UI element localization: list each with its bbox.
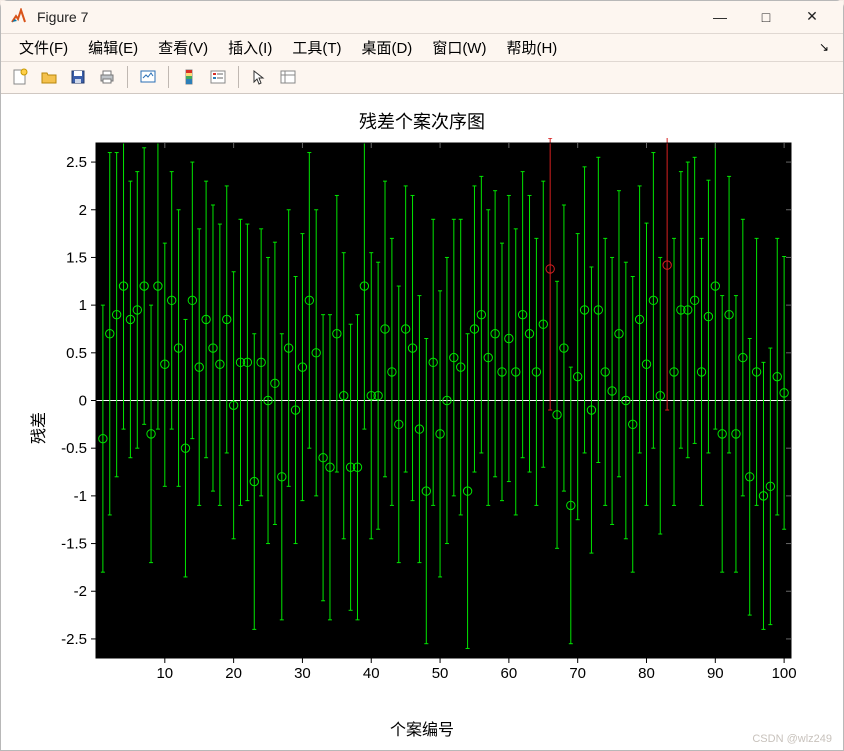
svg-text:10: 10 [156, 665, 173, 682]
svg-text:1.5: 1.5 [66, 249, 87, 266]
matlab-icon [9, 7, 29, 27]
svg-text:2: 2 [79, 202, 87, 219]
toolbar-separator [168, 66, 169, 88]
figure-window: Figure 7 — □ ✕ 文件(F) 编辑(E) 查看(V) 插入(I) 工… [0, 0, 844, 751]
menu-insert[interactable]: 插入(I) [218, 34, 282, 61]
svg-text:0: 0 [79, 393, 87, 410]
menubar: 文件(F) 编辑(E) 查看(V) 插入(I) 工具(T) 桌面(D) 窗口(W… [1, 34, 843, 62]
svg-text:100: 100 [772, 665, 797, 682]
figure-area: 残差个案次序图 残差 -2.5 -2 -1.5 -1 -0.5 0 0.5 1 1.5 2 2.5 1… [1, 94, 843, 750]
menu-window[interactable]: 窗口(W) [422, 34, 496, 61]
pointer-button[interactable] [246, 64, 272, 90]
svg-text:50: 50 [432, 665, 449, 682]
toolbar-separator [127, 66, 128, 88]
menu-help[interactable]: 帮助(H) [496, 34, 567, 61]
svg-text:30: 30 [294, 665, 311, 682]
toolbar-separator [238, 66, 239, 88]
colorbar-button[interactable] [176, 64, 202, 90]
legend-button[interactable] [205, 64, 231, 90]
svg-text:40: 40 [363, 665, 380, 682]
open-button[interactable] [36, 64, 62, 90]
maximize-button[interactable]: □ [743, 2, 789, 32]
menu-edit[interactable]: 编辑(E) [78, 34, 148, 61]
svg-text:70: 70 [569, 665, 586, 682]
plot-props-button[interactable] [275, 64, 301, 90]
svg-text:-0.5: -0.5 [61, 440, 87, 457]
svg-text:-2.5: -2.5 [61, 631, 87, 648]
save-button[interactable] [65, 64, 91, 90]
svg-text:90: 90 [707, 665, 724, 682]
toolbar [1, 62, 843, 95]
plot-wrap: 残差 -2.5 -2 -1.5 -1 -0.5 0 0.5 1 1.5 2 2.5 10 20 30 40 5… [21, 138, 811, 718]
menu-desktop[interactable]: 桌面(D) [351, 34, 422, 61]
svg-text:-1: -1 [74, 488, 87, 505]
watermark: CSDN @wlz249 [752, 733, 832, 745]
svg-text:60: 60 [501, 665, 518, 682]
y-axis-label: 残差 [25, 412, 49, 444]
chart-svg: -2.5 -2 -1.5 -1 -0.5 0 0.5 1 1.5 2 2.5 10 20 30 40 50 60… [21, 138, 811, 693]
close-button[interactable]: ✕ [789, 2, 835, 32]
svg-text:2.5: 2.5 [66, 154, 87, 171]
x-axis-label: 个案编号 [21, 716, 823, 740]
svg-text:20: 20 [225, 665, 242, 682]
svg-text:-2: -2 [74, 583, 87, 600]
menu-file[interactable]: 文件(F) [9, 34, 78, 61]
new-figure-button[interactable] [7, 64, 33, 90]
menu-overflow-icon[interactable]: ↘ [813, 40, 835, 54]
svg-text:0.5: 0.5 [66, 345, 87, 362]
titlebar: Figure 7 — □ ✕ [1, 1, 843, 34]
svg-text:1: 1 [79, 297, 87, 314]
svg-text:-1.5: -1.5 [61, 536, 87, 553]
menu-tools[interactable]: 工具(T) [282, 34, 351, 61]
print-button[interactable] [94, 64, 120, 90]
window-title: Figure 7 [37, 9, 88, 25]
menu-view[interactable]: 查看(V) [148, 34, 218, 61]
chart-title: 残差个案次序图 [21, 108, 823, 134]
link-button[interactable] [135, 64, 161, 90]
svg-text:80: 80 [638, 665, 655, 682]
minimize-button[interactable]: — [697, 2, 743, 32]
